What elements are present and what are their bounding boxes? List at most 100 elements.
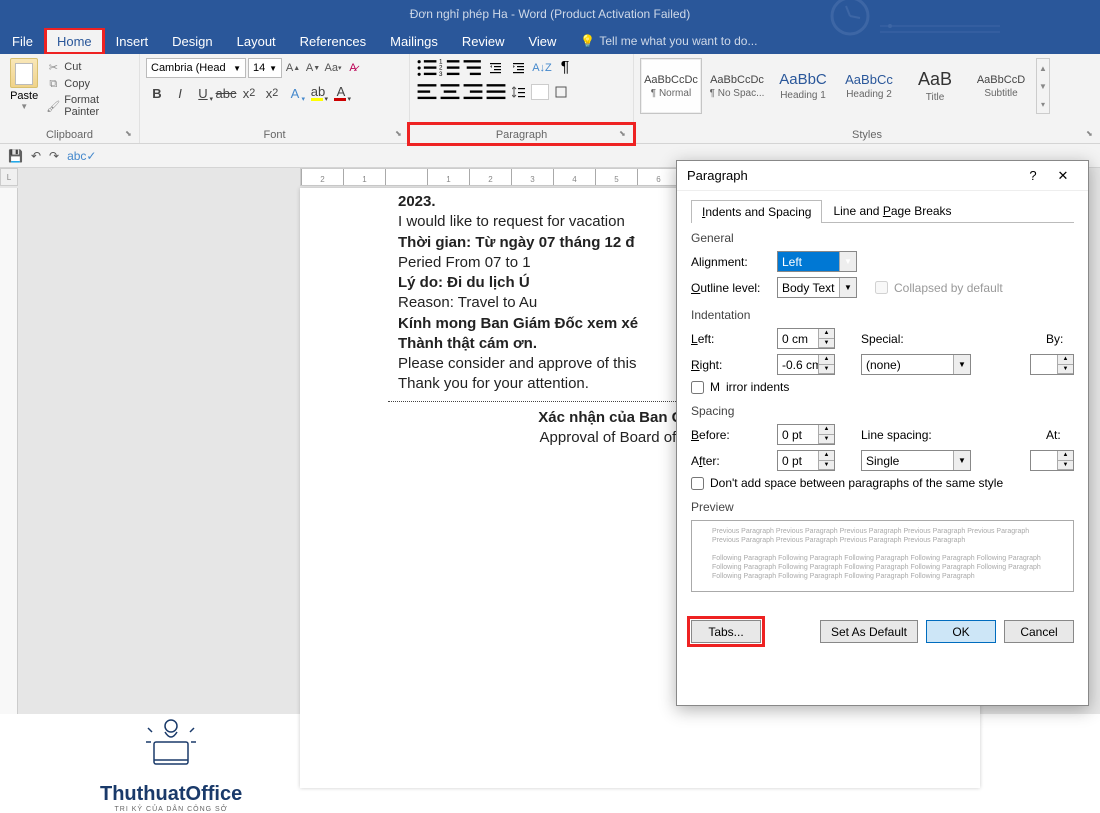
align-left-button[interactable]: [416, 82, 438, 102]
borders-button[interactable]: [550, 82, 572, 102]
copy-icon: ⧉: [46, 77, 60, 91]
clear-format-button[interactable]: A̷: [344, 58, 362, 78]
line-spacing-label: Line spacing:: [861, 428, 941, 442]
style-item---normal[interactable]: AaBbCcDc¶ Normal: [640, 58, 702, 114]
group-label: Paragraph: [410, 129, 633, 141]
paragraph-launcher[interactable]: ⬊: [619, 129, 629, 139]
at-label: At:: [1046, 428, 1074, 442]
strike-button[interactable]: abc: [215, 82, 237, 104]
increase-indent-button[interactable]: [508, 58, 530, 78]
tab-home[interactable]: Home: [45, 28, 104, 54]
grow-font-button[interactable]: A▲: [284, 58, 302, 78]
tell-me[interactable]: 💡Tell me what you want to do...: [568, 28, 769, 54]
style-item-heading-2[interactable]: AaBbCcHeading 2: [838, 58, 900, 114]
chevron-down-icon: ▼: [20, 102, 28, 111]
close-button[interactable]: ✕: [1048, 168, 1078, 184]
dialog-titlebar: Paragraph ? ✕: [677, 161, 1088, 191]
mirror-indents-checkbox[interactable]: Mirror indents: [691, 380, 1074, 394]
italic-button[interactable]: I: [169, 82, 191, 104]
tab-layout[interactable]: Layout: [225, 28, 288, 54]
brush-icon: 🖌: [46, 99, 60, 113]
sort-button[interactable]: A↓Z: [531, 58, 553, 78]
decrease-indent-button[interactable]: [485, 58, 507, 78]
tab-design[interactable]: Design: [160, 28, 224, 54]
spellcheck-icon[interactable]: abc✓: [67, 149, 96, 163]
show-marks-button[interactable]: ¶: [554, 58, 576, 78]
style-item-title[interactable]: AaBTitle: [904, 58, 966, 114]
bold-button[interactable]: B: [146, 82, 168, 104]
line-spacing-combo[interactable]: Single▼: [861, 450, 971, 471]
underline-button[interactable]: U▾: [192, 82, 214, 104]
change-case-button[interactable]: Aa▾: [324, 58, 342, 78]
alignment-label: Alignment:: [691, 255, 771, 269]
font-color-button[interactable]: A▾: [330, 82, 352, 104]
tab-line-page-breaks[interactable]: Line and Page Breaks: [822, 199, 962, 222]
style-scroll[interactable]: ▲▼▾: [1036, 58, 1050, 114]
line-spacing-button[interactable]: [508, 82, 530, 102]
style-item---no-spac---[interactable]: AaBbCcDc¶ No Spac...: [706, 58, 768, 114]
indent-right-spinner[interactable]: -0.6 cm▲▼: [777, 354, 835, 375]
font-launcher[interactable]: ⬊: [395, 129, 405, 139]
paste-button[interactable]: Paste ▼: [6, 58, 42, 118]
before-spinner[interactable]: 0 pt▲▼: [777, 424, 835, 445]
numbering-button[interactable]: 123: [439, 58, 461, 78]
highlight-button[interactable]: ab▾: [307, 82, 329, 104]
indent-right-label: Right:: [691, 358, 771, 372]
title-bar: Đơn nghỉ phép Ha - Word (Product Activat…: [0, 0, 1100, 28]
by-label: By:: [1046, 332, 1074, 346]
styles-launcher[interactable]: ⬊: [1086, 129, 1096, 139]
redo-icon[interactable]: ↷: [49, 149, 59, 163]
scissors-icon: ✂: [46, 60, 60, 74]
justify-button[interactable]: [485, 82, 507, 102]
text-effects-button[interactable]: A▾: [284, 82, 306, 104]
group-label: Clipboard: [0, 129, 139, 141]
cancel-button[interactable]: Cancel: [1004, 620, 1074, 643]
special-combo[interactable]: (none)▼: [861, 354, 971, 375]
outline-combo[interactable]: Body Text▼: [777, 277, 857, 298]
tab-insert[interactable]: Insert: [104, 28, 161, 54]
clipboard-launcher[interactable]: ⬊: [125, 129, 135, 139]
help-button[interactable]: ?: [1018, 168, 1048, 183]
tab-references[interactable]: References: [288, 28, 378, 54]
undo-icon[interactable]: ↶: [31, 149, 41, 163]
alignment-combo[interactable]: Left▼: [777, 251, 857, 272]
shrink-font-button[interactable]: A▼: [304, 58, 322, 78]
tab-review[interactable]: Review: [450, 28, 517, 54]
font-name-combo[interactable]: Cambria (Head▼: [146, 58, 246, 78]
bullets-button[interactable]: [416, 58, 438, 78]
shading-button[interactable]: [531, 84, 549, 100]
ok-button[interactable]: OK: [926, 620, 996, 643]
multilevel-button[interactable]: [462, 58, 484, 78]
indent-left-spinner[interactable]: 0 cm▲▼: [777, 328, 835, 349]
tab-mailings[interactable]: Mailings: [378, 28, 450, 54]
group-label: Font: [140, 129, 409, 141]
save-icon[interactable]: 💾: [8, 149, 23, 163]
by-spinner[interactable]: ▲▼: [1030, 354, 1074, 375]
tab-indents-spacing[interactable]: Indents and Spacing: [691, 200, 822, 223]
dont-add-space-checkbox[interactable]: Don't add space between paragraphs of th…: [691, 476, 1074, 490]
cut-button[interactable]: ✂Cut: [46, 60, 133, 74]
collapsed-checkbox: Collapsed by default: [875, 281, 1003, 295]
subscript-button[interactable]: x2: [238, 82, 260, 104]
section-spacing: Spacing: [691, 404, 1074, 418]
tab-view[interactable]: View: [516, 28, 568, 54]
group-font: Cambria (Head▼ 14▼ A▲ A▼ Aa▾ A̷ B I U▾ a…: [140, 54, 410, 143]
tabs-button[interactable]: Tabs...: [691, 620, 761, 643]
indent-left-label: Left:: [691, 332, 771, 346]
superscript-button[interactable]: x2: [261, 82, 283, 104]
after-spinner[interactable]: 0 pt▲▼: [777, 450, 835, 471]
window-title: Đơn nghỉ phép Ha - Word (Product Activat…: [410, 7, 690, 21]
set-default-button[interactable]: Set As Default: [820, 620, 918, 643]
copy-button[interactable]: ⧉Copy: [46, 77, 133, 91]
font-size-combo[interactable]: 14▼: [248, 58, 282, 78]
vertical-ruler[interactable]: [0, 188, 18, 714]
align-center-button[interactable]: [439, 82, 461, 102]
style-item-heading-1[interactable]: AaBbCHeading 1: [772, 58, 834, 114]
group-clipboard: Paste ▼ ✂Cut ⧉Copy 🖌Format Painter Clipb…: [0, 54, 140, 143]
at-spinner[interactable]: ▲▼: [1030, 450, 1074, 471]
tab-file[interactable]: File: [0, 28, 45, 54]
align-right-button[interactable]: [462, 82, 484, 102]
format-painter-button[interactable]: 🖌Format Painter: [46, 94, 133, 118]
style-item-subtitle[interactable]: AaBbCcDSubtitle: [970, 58, 1032, 114]
paragraph-dialog: Paragraph ? ✕ Indents and Spacing Line a…: [676, 160, 1089, 706]
